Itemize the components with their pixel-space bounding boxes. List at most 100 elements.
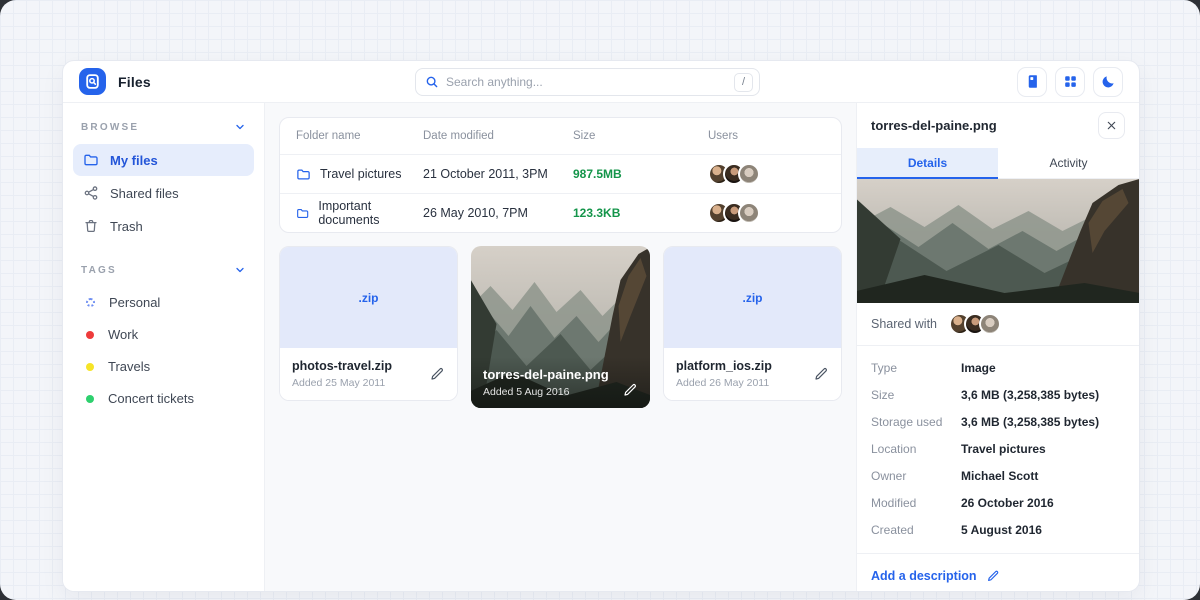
sidebar-item-my-files[interactable]: My files [73,144,254,176]
meta-value: 3,6 MB (3,258,385 bytes) [961,388,1099,402]
tag-label: Work [108,327,138,342]
folders-table: Folder name Date modified Size Users Tra… [279,117,842,233]
share-icon [83,185,99,201]
details-panel-header: torres-del-paine.png [857,103,1139,148]
meta-value: 3,6 MB (3,258,385 bytes) [961,415,1099,429]
meta-row-storage-used: Storage used 3,6 MB (3,258,385 bytes) [871,408,1125,435]
tag-label: Concert tickets [108,391,194,406]
mountain-photo [857,179,1139,303]
file-card-torres-del-paine[interactable]: torres-del-paine.png Added 5 Aug 2016 [471,246,650,408]
zip-preview: .zip [664,247,841,348]
table-header-row: Folder name Date modified Size Users [280,118,841,154]
meta-label: Owner [871,469,961,483]
grid-view-button[interactable] [1055,67,1085,97]
sidebar-tag-travels[interactable]: Travels [73,351,254,382]
app-body: BROWSE My files [63,103,1139,591]
meta-row-modified: Modified 26 October 2016 [871,489,1125,516]
tag-dot-red [86,331,94,339]
notebook-button[interactable] [1017,67,1047,97]
search-icon [425,75,439,89]
date-modified: 26 May 2010, 7PM [423,206,573,220]
tags-section-title: TAGS [81,265,117,276]
meta-row-type: Type Image [871,354,1125,381]
add-description-label: Add a description [871,569,977,583]
tag-dot-green [86,395,94,403]
sidebar-item-trash[interactable]: Trash [73,210,254,242]
table-row-important-documents[interactable]: Important documents 26 May 2010, 7PM 123… [280,193,841,232]
file-name: platform_ios.zip [676,359,772,373]
edit-pencil-icon[interactable] [622,382,638,398]
book-icon [1025,74,1040,89]
table-row-travel-pictures[interactable]: Travel pictures 21 October 2011, 3PM 987… [280,154,841,193]
browse-section-title: BROWSE [81,122,139,133]
meta-value: Image [961,361,996,375]
app-logo[interactable] [79,68,106,95]
browse-section-header: BROWSE [73,119,254,143]
add-description-button[interactable]: Add a description [857,554,1139,592]
users-avatars [708,202,825,224]
meta-label: Storage used [871,415,961,429]
tab-details[interactable]: Details [857,148,998,179]
moon-icon [1101,74,1116,89]
edit-pencil-icon[interactable] [429,366,445,382]
files-logo-icon [84,73,101,90]
file-name: photos-travel.zip [292,359,392,373]
search-input[interactable] [446,75,734,89]
sidebar-item-label: Trash [110,219,143,234]
column-header-folder-name: Folder name [296,130,423,142]
file-card-platform-ios-zip[interactable]: .zip platform_ios.zip Added 26 May 2011 [663,246,842,401]
edit-pencil-icon[interactable] [813,366,829,382]
grid-icon [1063,74,1078,89]
tags-section-header: TAGS [73,262,254,286]
header-actions [1017,67,1123,97]
meta-label: Location [871,442,961,456]
search-shortcut-key: / [734,73,753,92]
meta-row-owner: Owner Michael Scott [871,462,1125,489]
meta-label: Size [871,388,961,402]
file-card-footer: platform_ios.zip Added 26 May 2011 [664,348,841,400]
sidebar-item-label: My files [110,153,158,168]
meta-value: Michael Scott [961,469,1038,483]
file-added-date: Added 26 May 2011 [676,377,772,389]
selected-file-title: torres-del-paine.png [871,118,997,133]
file-card-photos-travel-zip[interactable]: .zip photos-travel.zip Added 25 May 2011 [279,246,458,401]
file-card-footer: torres-del-paine.png Added 5 Aug 2016 [471,357,650,408]
chevron-down-icon[interactable] [234,264,246,276]
folder-size: 987.5MB [573,167,708,181]
search-bar[interactable]: / [415,68,760,96]
sidebar-tag-personal[interactable]: Personal [73,287,254,318]
avatar [738,202,760,224]
file-added-date: Added 5 Aug 2016 [483,386,609,398]
file-added-date: Added 25 May 2011 [292,377,392,389]
main-content: Folder name Date modified Size Users Tra… [265,103,856,591]
sidebar-item-shared-files[interactable]: Shared files [73,177,254,209]
meta-row-created: Created 5 August 2016 [871,516,1125,543]
meta-value: Travel pictures [961,442,1046,456]
folder-icon [296,206,309,221]
sidebar-tag-work[interactable]: Work [73,319,254,350]
tags-section: TAGS Personal Work [73,262,254,414]
shared-with-avatars[interactable] [949,313,1001,335]
app-header: Files / [63,61,1139,103]
close-panel-button[interactable] [1098,112,1125,139]
file-cards-grid: .zip photos-travel.zip Added 25 May 2011 [279,246,842,408]
meta-label: Type [871,361,961,375]
desktop-background: Files / [0,0,1200,600]
dark-mode-toggle[interactable] [1093,67,1123,97]
avatar [738,163,760,185]
sidebar-item-label: Shared files [110,186,179,201]
column-header-date-modified: Date modified [423,130,573,142]
tab-activity[interactable]: Activity [998,148,1139,179]
sidebar-tag-concert-tickets[interactable]: Concert tickets [73,383,254,414]
details-panel: torres-del-paine.png Details Activity [856,103,1139,591]
shared-with-label: Shared with [871,317,937,331]
meta-value: 5 August 2016 [961,523,1042,537]
page-title: Files [118,74,151,90]
tag-dot-yellow [86,363,94,371]
meta-label: Modified [871,496,961,510]
column-header-users: Users [708,130,825,142]
files-app-window: Files / [62,60,1140,592]
tag-label: Personal [109,295,160,310]
chevron-down-icon[interactable] [234,121,246,133]
sidebar: BROWSE My files [63,103,265,591]
